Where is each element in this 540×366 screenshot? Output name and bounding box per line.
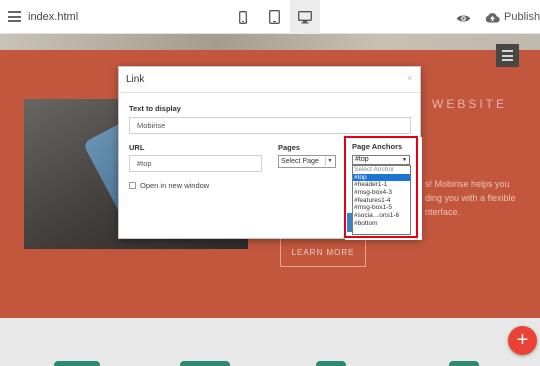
pages-select[interactable]: Select Page ▼ (278, 155, 336, 168)
text-to-display-label: Text to display (129, 104, 181, 113)
close-icon[interactable]: × (407, 73, 412, 83)
eye-icon (456, 15, 471, 22)
hero-text-line: s! Mobirise helps you (425, 179, 510, 189)
hero-text: s! Mobirise helps you ding you with a fl… (425, 177, 540, 219)
chevron-down-icon: ▼ (402, 157, 407, 163)
anchor-option-bottom[interactable]: #bottom (353, 220, 410, 228)
learn-more-button[interactable]: LEARN MORE (280, 238, 366, 267)
pages-select-value: Select Page (281, 158, 319, 165)
preview-button[interactable] (456, 11, 471, 29)
page-anchors-label: Page Anchors (352, 142, 403, 151)
add-block-button[interactable]: + (508, 326, 537, 355)
hero-text-line: nterface. (425, 207, 461, 217)
tablet-view-button[interactable] (259, 0, 289, 34)
open-in-new-window-label: Open in new window (140, 181, 210, 190)
page-anchors-dropdown-list: Select Anchor #top #header1-1 #msg-box4-… (352, 165, 411, 235)
anchor-option-features1-4[interactable]: #features1-4 (353, 197, 410, 205)
pages-label: Pages (278, 143, 301, 152)
url-label: URL (129, 143, 145, 152)
page-anchors-select[interactable]: #top ▼ (352, 155, 410, 165)
feature-icon (449, 361, 479, 366)
hero-text-line: ding you with a flexible (425, 193, 516, 203)
anchor-option-top[interactable]: #top (353, 173, 410, 182)
hero-title: WEBSITE (432, 97, 508, 111)
page-anchors-select-value: #top (355, 156, 369, 163)
chevron-down-icon: ▼ (325, 157, 334, 166)
cloud-upload-icon (485, 12, 500, 23)
anchor-option-msg-box1-5[interactable]: #msg-box1-5 (353, 204, 410, 212)
desktop-device-icon (298, 10, 312, 23)
anchor-option-msg-box4-3[interactable]: #msg-box4-3 (353, 189, 410, 197)
anchor-option-placeholder[interactable]: Select Anchor (353, 166, 410, 174)
open-in-new-window-checkbox[interactable] (129, 182, 136, 189)
desktop-view-button[interactable] (290, 0, 320, 34)
hero-top-image-strip (0, 34, 540, 50)
editor-toolbar: index.html Publish (0, 0, 540, 34)
anchor-option-header1-1[interactable]: #header1-1 (353, 181, 410, 189)
anchor-option-social-icons[interactable]: #socia…ons1-6 (353, 212, 410, 220)
feature-icon (316, 361, 346, 366)
site-menu-button[interactable] (496, 44, 519, 67)
dialog-title: Link (126, 74, 145, 85)
mobile-view-button[interactable] (228, 0, 258, 34)
tablet-device-icon (268, 10, 280, 24)
hamburger-menu-icon[interactable] (8, 11, 21, 22)
feature-icon (180, 361, 230, 366)
file-name: index.html (28, 11, 79, 23)
dialog-header: Link × (119, 67, 420, 93)
feature-icon (54, 361, 100, 366)
publish-button[interactable]: Publish (485, 10, 540, 24)
text-to-display-input[interactable]: Mobirise (129, 117, 411, 134)
mobile-device-icon (239, 10, 247, 24)
publish-label: Publish (504, 11, 540, 23)
url-input[interactable]: #top (129, 155, 262, 172)
features-section (0, 318, 540, 366)
